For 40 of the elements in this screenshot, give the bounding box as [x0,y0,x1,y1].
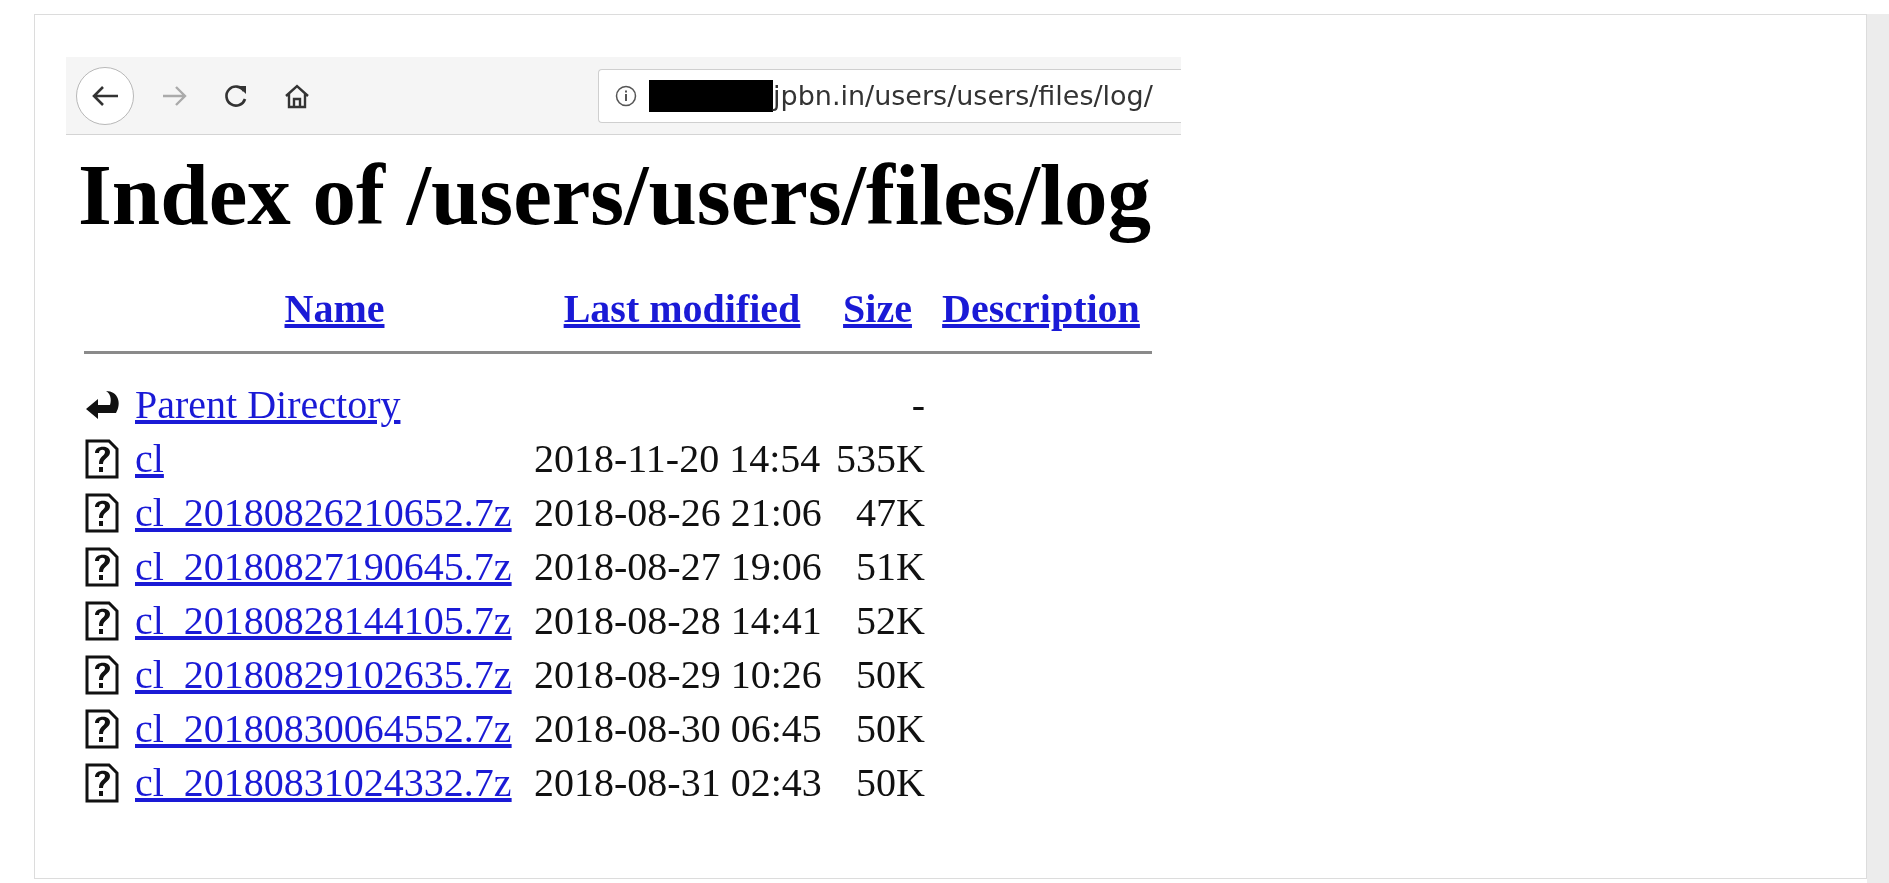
address-bar[interactable]: jpbn.in/users/users/files/log/ [598,68,1181,123]
info-icon[interactable] [615,84,637,107]
file-link[interactable]: cl_20180826210652.7z [135,486,512,541]
reload-icon[interactable] [223,82,249,109]
file-link[interactable]: cl_20180829102635.7z [135,648,512,703]
file-link[interactable]: cl_20180828144105.7z [135,594,512,649]
back-arrow-icon [90,83,120,108]
column-header-link[interactable]: Description [942,281,1140,338]
modified-date: 2018-11-20 14:54 [534,435,821,484]
unknown-file-icon [84,439,120,480]
modified-date: 2018-08-27 19:06 [534,543,822,592]
modified-date: 2018-08-29 10:26 [534,651,822,700]
file-link[interactable]: cl_20180827190645.7z [135,540,512,595]
unknown-file-icon [84,709,120,750]
column-header-link[interactable]: Last modified [563,281,801,338]
unknown-file-icon [84,763,120,804]
file-size: 47K [856,489,925,538]
modified-date: 2018-08-28 14:41 [534,597,822,646]
unknown-file-icon [84,655,120,696]
file-link[interactable]: cl_20180831024332.7z [135,756,512,811]
file-size: 52K [856,597,925,646]
file-size: 50K [856,651,925,700]
modified-date: 2018-08-31 02:43 [534,759,822,808]
file-size: 50K [856,759,925,808]
modified-date: 2018-08-26 21:06 [534,489,822,538]
file-size: 535K [836,435,925,484]
column-header-link[interactable]: Size [843,281,912,338]
modified-date: 2018-08-30 06:45 [534,705,822,754]
file-link[interactable]: cl [135,432,164,487]
file-size: 50K [856,705,925,754]
file-link[interactable]: Parent Directory [135,378,401,433]
file-size: 51K [856,543,925,592]
unknown-file-icon [84,493,120,534]
page-heading: Index of /users/users/files/log [78,145,1151,245]
file-size: - [911,381,925,430]
column-header-link[interactable]: Name [284,281,385,338]
file-link[interactable]: cl_20180830064552.7z [135,702,512,757]
unknown-file-icon [84,547,120,588]
unknown-file-icon [84,601,120,642]
home-icon[interactable] [283,82,311,109]
